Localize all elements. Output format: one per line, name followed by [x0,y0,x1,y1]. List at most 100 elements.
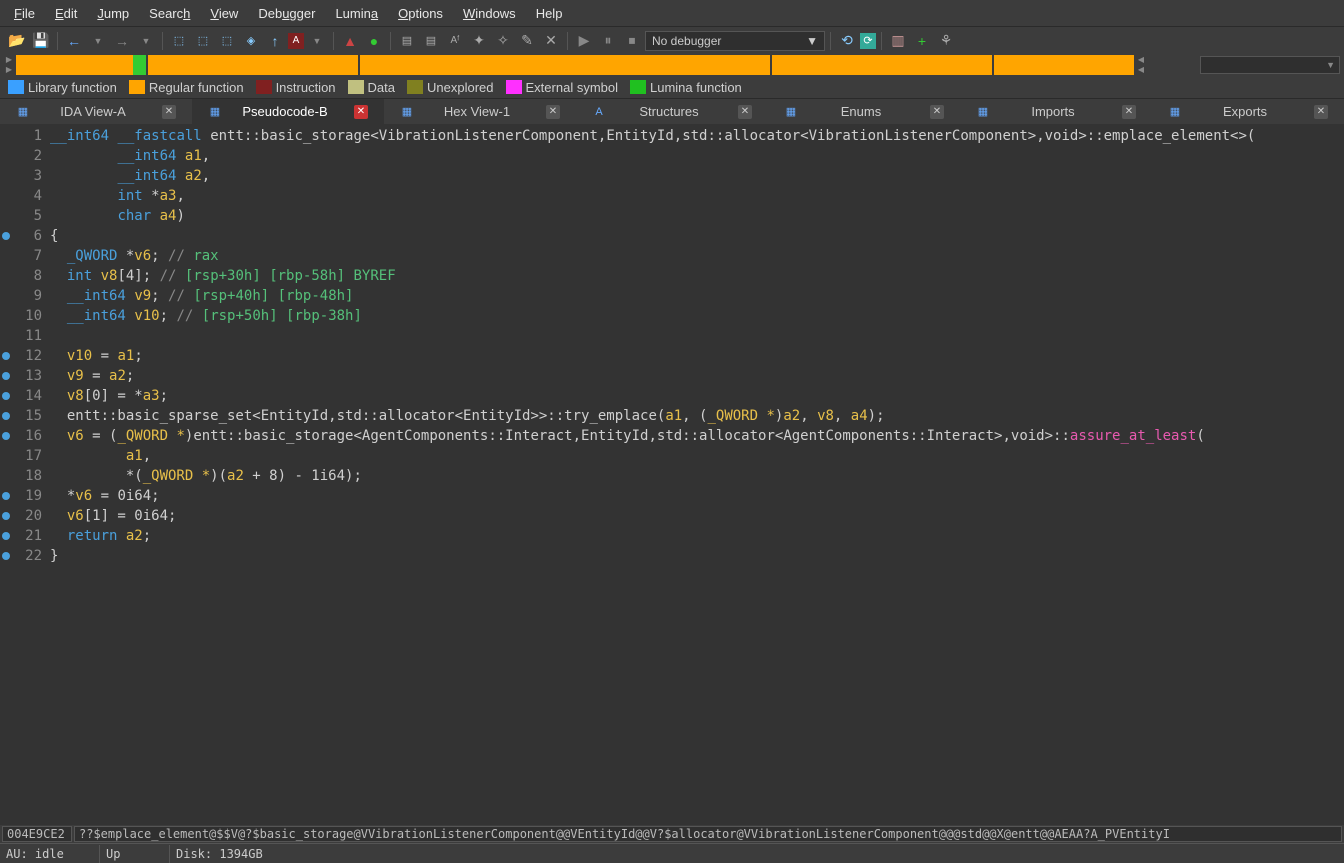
code-line[interactable]: int *a3, [48,186,1344,206]
menu-search[interactable]: Search [139,3,200,24]
menu-file[interactable]: File [4,3,45,24]
gutter-line[interactable]: 17 [0,446,48,466]
tab-pseudocode-b[interactable]: ▦Pseudocode-B✕ [192,99,384,125]
code-line[interactable]: *(_QWORD *)(a2 + 8) - 1i64); [48,466,1344,486]
debug-play-icon[interactable]: ▶ [573,30,595,52]
nav-block-4[interactable] [772,55,992,75]
tab-imports[interactable]: ▦Imports✕ [960,99,1152,125]
close-icon[interactable]: ✕ [546,105,560,119]
close-icon[interactable]: ✕ [1122,105,1136,119]
tool-icon-plus[interactable]: + [911,30,933,52]
gutter-line[interactable]: 2 [0,146,48,166]
code-line[interactable]: return a2; [48,526,1344,546]
close-icon[interactable]: ✕ [162,105,176,119]
code-line[interactable]: __int64 v10; // [rsp+50h] [rbp-38h] [48,306,1344,326]
gutter-line[interactable]: 14 [0,386,48,406]
code-line[interactable]: { [48,226,1344,246]
gutter-line[interactable]: 15 [0,406,48,426]
debug-stop-icon[interactable]: ⏹ [621,30,643,52]
symbol-box[interactable]: ??$emplace_element@$$V@?$basic_storage@V… [74,826,1342,842]
gutter-line[interactable]: 8 [0,266,48,286]
tab-exports[interactable]: ▦Exports✕ [1152,99,1344,125]
tool-icon-box-2[interactable]: ▤ [420,30,442,52]
code-line[interactable]: __int64 v9; // [rsp+40h] [rbp-48h] [48,286,1344,306]
menu-view[interactable]: View [200,3,248,24]
tool-icon-Af[interactable]: Aᶠ [444,30,466,52]
code-line[interactable]: __int64 __fastcall entt::basic_storage<V… [48,126,1344,146]
menu-help[interactable]: Help [526,3,573,24]
nav-block-3[interactable] [360,55,770,75]
tool-icon-db[interactable]: ▥ [887,30,909,52]
gutter-line[interactable]: 22 [0,546,48,566]
tool-icon-star[interactable]: ✦ [468,30,490,52]
debug-pause-icon[interactable]: ⏸ [597,30,619,52]
tool-icon-A-arrow[interactable]: ▼ [306,30,328,52]
gutter-line[interactable]: 21 [0,526,48,546]
code-body[interactable]: __int64 __fastcall entt::basic_storage<V… [48,124,1344,825]
gutter-line[interactable]: 7 [0,246,48,266]
gutter-line[interactable]: 13 [0,366,48,386]
gutter-line[interactable]: 18 [0,466,48,486]
tool-icon-sync2[interactable]: ⟳ [860,33,876,49]
gutter-line[interactable]: 12 [0,346,48,366]
nav-right-icon[interactable]: ◀◀ [1136,54,1146,76]
gutter-line[interactable]: 11 [0,326,48,346]
gutter-line[interactable]: 4 [0,186,48,206]
code-line[interactable]: int v8[4]; // [rsp+30h] [rbp-58h] BYREF [48,266,1344,286]
address-box[interactable]: 004E9CE2 [2,826,72,842]
tool-icon-1[interactable]: ⬚ [168,30,190,52]
back-icon[interactable]: ← [63,30,85,52]
tab-ida-view-a[interactable]: ▦IDA View-A✕ [0,99,192,125]
tool-icon-wand[interactable]: ⚘ [935,30,957,52]
menu-edit[interactable]: Edit [45,3,87,24]
back-dropdown-icon[interactable]: ▼ [87,30,109,52]
code-line[interactable]: __int64 a2, [48,166,1344,186]
code-line[interactable]: *v6 = 0i64; [48,486,1344,506]
menu-windows[interactable]: Windows [453,3,526,24]
tab-enums[interactable]: ▦Enums✕ [768,99,960,125]
close-icon[interactable]: ✕ [1314,105,1328,119]
gutter-line[interactable]: 16 [0,426,48,446]
nav-block-1[interactable] [16,55,146,75]
menu-debugger[interactable]: Debugger [248,3,325,24]
tool-icon-flag[interactable]: ▲ [339,30,361,52]
close-icon[interactable]: ✕ [354,105,368,119]
gutter-line[interactable]: 20 [0,506,48,526]
tool-icon-4[interactable]: ◈ [240,30,262,52]
nav-left-icon[interactable]: ▶▶ [4,54,14,76]
tool-icon-box-1[interactable]: ▤ [396,30,418,52]
gutter-line[interactable]: 10 [0,306,48,326]
tab-hex-view-1[interactable]: ▦Hex View-1✕ [384,99,576,125]
code-line[interactable]: char a4) [48,206,1344,226]
menu-jump[interactable]: Jump [87,3,139,24]
tool-icon-green[interactable]: ● [363,30,385,52]
tool-icon-A[interactable]: A [288,33,304,49]
code-line[interactable]: __int64 a1, [48,146,1344,166]
code-line[interactable]: v6[1] = 0i64; [48,506,1344,526]
save-icon[interactable]: 💾 [30,30,52,52]
code-line[interactable]: } [48,546,1344,566]
close-icon[interactable]: ✕ [738,105,752,119]
nav-block-2[interactable] [148,55,358,75]
close-icon[interactable]: ✕ [930,105,944,119]
tool-icon-x[interactable]: ✕ [540,30,562,52]
menu-lumina[interactable]: Lumina [325,3,388,24]
gutter-line[interactable]: 3 [0,166,48,186]
code-line[interactable]: _QWORD *v6; // rax [48,246,1344,266]
code-line[interactable]: v6 = (_QWORD *)entt::basic_storage<Agent… [48,426,1344,446]
gutter-line[interactable]: 1 [0,126,48,146]
gutter-line[interactable]: 6 [0,226,48,246]
code-area[interactable]: 12345678910111213141516171819202122 __in… [0,124,1344,825]
code-line[interactable]: entt::basic_sparse_set<EntityId,std::all… [48,406,1344,426]
tool-icon-cross[interactable]: ✧ [492,30,514,52]
tool-icon-2[interactable]: ⬚ [192,30,214,52]
menu-options[interactable]: Options [388,3,453,24]
tab-structures[interactable]: AStructures✕ [576,99,768,125]
gutter-line[interactable]: 9 [0,286,48,306]
nav-combo[interactable]: ▼ [1200,56,1340,74]
open-icon[interactable]: 📂 [6,30,28,52]
tool-icon-up[interactable]: ↑ [264,30,286,52]
forward-dropdown-icon[interactable]: ▼ [135,30,157,52]
nav-block-5[interactable] [994,55,1134,75]
tool-icon-sync[interactable]: ⟲ [836,30,858,52]
